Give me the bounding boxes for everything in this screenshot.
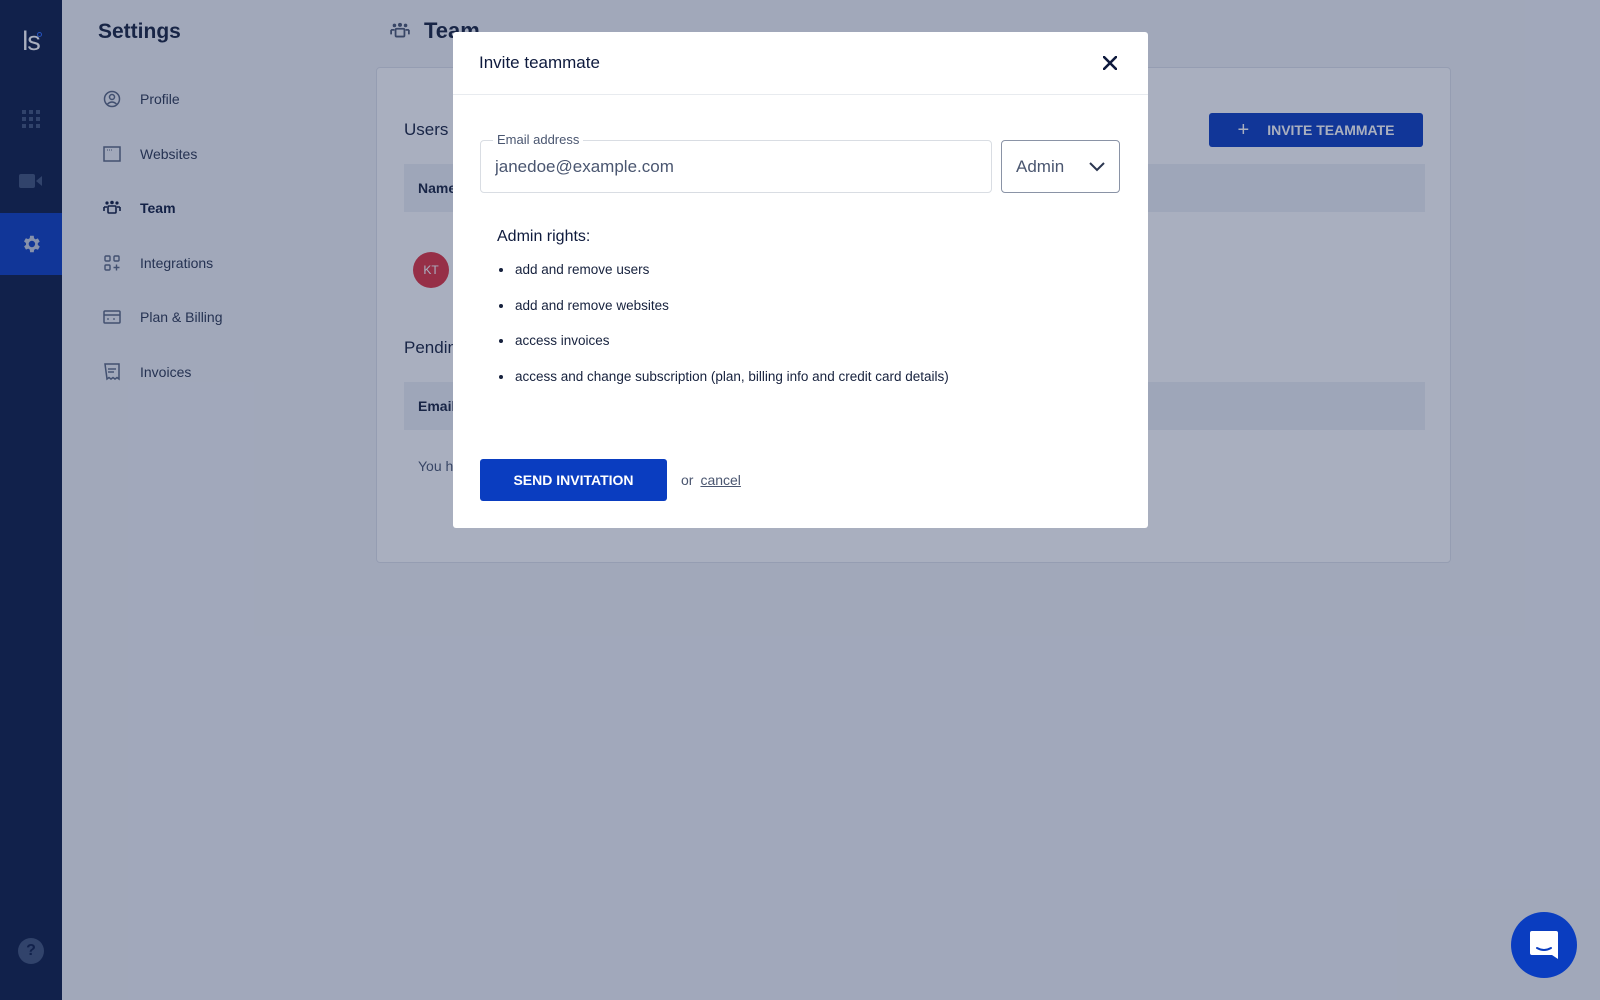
close-button[interactable]	[1098, 51, 1122, 75]
cancel-link[interactable]: cancel	[700, 472, 740, 488]
modal-title: Invite teammate	[479, 53, 600, 72]
rights-title: Admin rights:	[497, 228, 591, 245]
rights-list: add and remove users add and remove webs…	[497, 260, 949, 402]
close-icon	[1103, 56, 1117, 70]
modal-footer: SEND INVITATION or cancel	[480, 459, 741, 501]
chat-icon	[1530, 931, 1558, 959]
rights-description: Admin rights: add and remove users add a…	[497, 228, 949, 402]
role-select[interactable]: Admin	[1001, 140, 1120, 193]
chevron-down-icon	[1089, 161, 1105, 171]
modal-header: Invite teammate	[453, 32, 1148, 95]
send-invitation-button[interactable]: SEND INVITATION	[480, 459, 667, 501]
rights-item: add and remove websites	[497, 296, 949, 332]
invite-teammate-modal: Invite teammate Email address Admin Admi…	[453, 32, 1148, 528]
email-field: Email address	[480, 132, 992, 193]
rights-item: access and change subscription (plan, bi…	[497, 367, 949, 403]
chat-launcher[interactable]	[1511, 912, 1577, 978]
invite-form-row: Email address Admin	[480, 132, 1120, 193]
email-input[interactable]	[481, 141, 991, 192]
rights-item: add and remove users	[497, 260, 949, 296]
or-text: or	[681, 472, 694, 488]
role-value: Admin	[1016, 156, 1065, 176]
email-label: Email address	[493, 132, 584, 147]
rights-item: access invoices	[497, 331, 949, 367]
